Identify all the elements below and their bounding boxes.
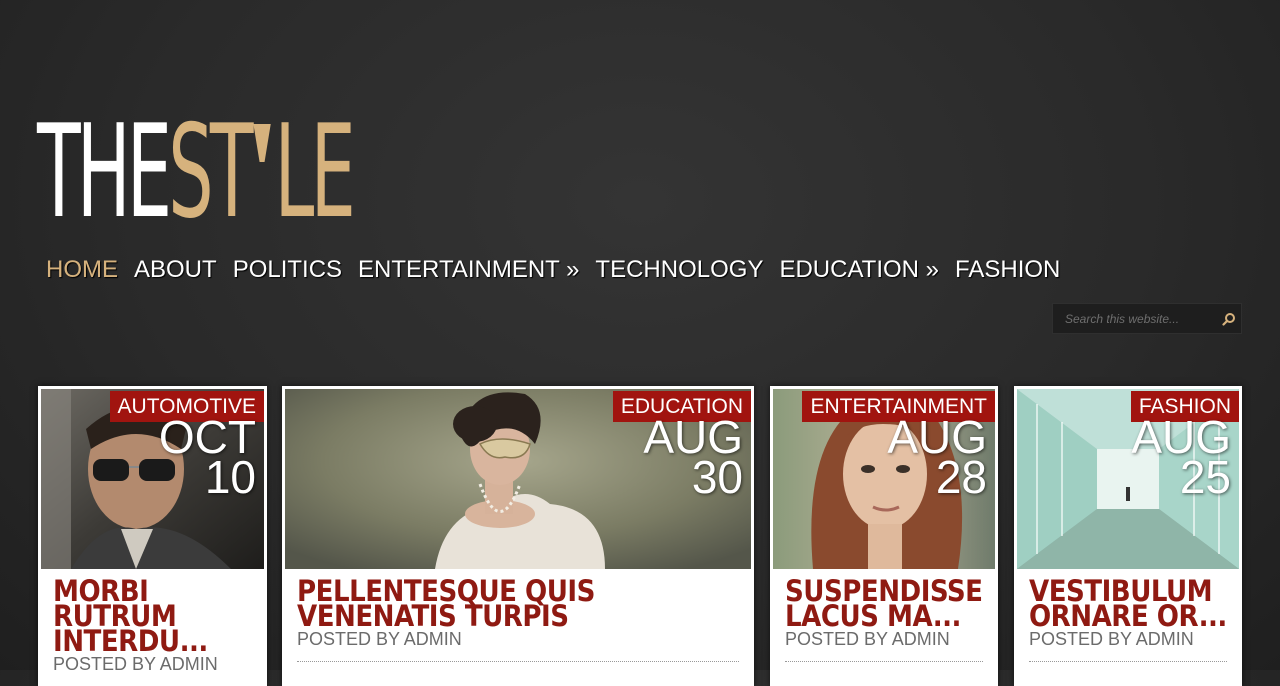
post-card-2[interactable]: EDUCATION AUG 30 PELLENTESQUE QUIS VENEN…	[282, 386, 754, 686]
post-title[interactable]: VESTIBULUM ORNARE OR...	[1029, 577, 1227, 631]
search-button[interactable]	[1217, 304, 1241, 333]
site-logo[interactable]: THEST LE	[37, 109, 545, 237]
post-date: OCT 10	[159, 414, 256, 503]
post-meta: POSTED BY ADMIN	[53, 654, 218, 674]
divider	[785, 661, 983, 662]
post-card-1[interactable]: AUTOMOTIVE OCT 10 MORBI RUTRUM INTERDU..…	[38, 386, 267, 686]
nav-about[interactable]: ABOUT	[126, 252, 225, 288]
post-date-day: 25	[1179, 451, 1231, 503]
post-title[interactable]: PELLENTESQUE QUIS VENENATIS TURPIS	[297, 577, 739, 631]
post-date-day: 10	[204, 451, 256, 503]
nav-home[interactable]: HOME	[38, 252, 126, 288]
post-card-4[interactable]: FASHION AUG 25 VESTIBULUM ORNARE OR... P…	[1014, 386, 1242, 686]
post-title[interactable]: SUSPENDISSE LACUS MA...	[785, 577, 983, 631]
divider	[1029, 661, 1227, 662]
logo-text-the: THE	[37, 98, 172, 247]
main-nav: HOME ABOUT POLITICS ENTERTAINMENT » TECH…	[38, 252, 1068, 288]
post-thumbnail[interactable]: AUTOMOTIVE OCT 10	[41, 389, 264, 569]
search-box	[1052, 303, 1242, 334]
nav-education[interactable]: EDUCATION »	[771, 252, 947, 288]
post-thumbnail[interactable]: FASHION AUG 25	[1017, 389, 1239, 569]
logo-y-mark	[250, 118, 275, 228]
post-date: AUG 25	[1131, 414, 1231, 503]
post-thumbnail[interactable]: EDUCATION AUG 30	[285, 389, 751, 569]
search-icon	[1222, 312, 1235, 326]
search-input[interactable]	[1053, 310, 1217, 327]
post-thumbnail[interactable]: ENTERTAINMENT AUG 28	[773, 389, 995, 569]
post-card-3[interactable]: ENTERTAINMENT AUG 28 SUSPENDISSE LACUS M…	[770, 386, 998, 686]
post-title[interactable]: MORBI RUTRUM INTERDU...	[53, 577, 252, 656]
logo-text-st: ST	[168, 98, 253, 247]
nav-entertainment[interactable]: ENTERTAINMENT »	[350, 252, 587, 288]
post-date-day: 28	[935, 451, 987, 503]
divider	[297, 661, 739, 662]
post-date: AUG 30	[643, 414, 743, 503]
nav-fashion[interactable]: FASHION	[947, 252, 1068, 288]
nav-technology[interactable]: TECHNOLOGY	[587, 252, 771, 288]
post-date-day: 30	[691, 451, 743, 503]
logo-text-le: LE	[274, 98, 356, 247]
nav-politics[interactable]: POLITICS	[225, 252, 350, 288]
post-date: AUG 28	[887, 414, 987, 503]
